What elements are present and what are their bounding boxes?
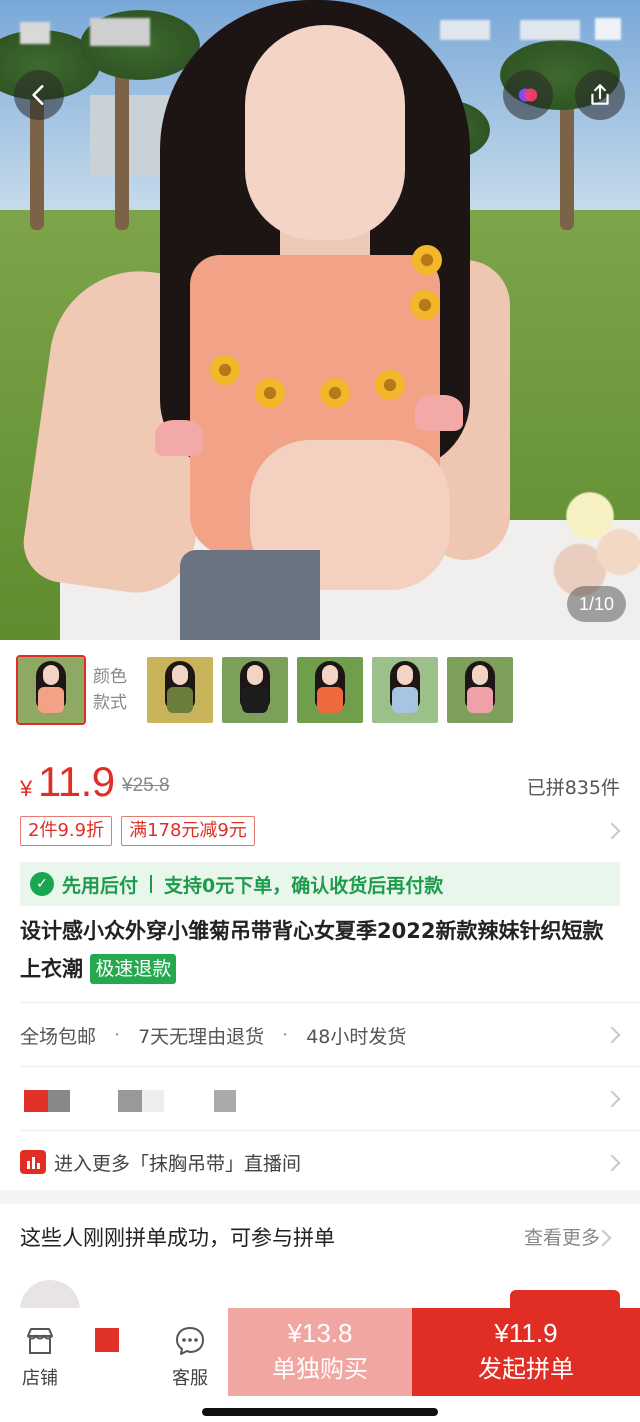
group-buy-header: 这些人刚刚拼单成功，可参与拼单 查看更多: [20, 1218, 620, 1258]
pay-later-text: 支持0元下单，确认收货后再付款: [164, 874, 444, 897]
service-label: 客服: [172, 1368, 208, 1389]
section-gap: [0, 1190, 640, 1204]
variant-thumbnail[interactable]: [372, 657, 438, 723]
image-hair-bow: [155, 420, 203, 456]
service-dot: ·: [282, 1024, 289, 1046]
promo-tags-row[interactable]: 2件9.9折 满178元减9元: [20, 815, 620, 847]
thumbnail-top: [317, 687, 343, 713]
pay-later-badge: 先用后付: [62, 874, 139, 897]
sold-count: 已拼835件: [526, 777, 620, 799]
pay-later-separator: [150, 875, 153, 893]
thumbnail-top: [38, 687, 64, 713]
image-page-counter: 1/10: [566, 586, 626, 622]
masked-block: [24, 1090, 48, 1112]
image-daisy: [375, 370, 405, 400]
service-item: 全场包邮: [20, 1025, 97, 1048]
price-current: 11.9: [38, 758, 115, 805]
status-bar-masked: [90, 18, 150, 46]
variant-thumbnail[interactable]: [147, 657, 213, 723]
variant-thumbnail[interactable]: [447, 657, 513, 723]
service-item: 48小时发货: [306, 1025, 407, 1048]
divider: [20, 1130, 640, 1131]
image-model-face: [245, 25, 405, 240]
app-circle-button[interactable]: [503, 70, 553, 120]
service-row[interactable]: 全场包邮 · 7天无理由退货 · 48小时发货: [20, 1015, 620, 1055]
status-bar-masked: [440, 20, 490, 40]
masked-block: [48, 1090, 70, 1112]
variant-thumbnail[interactable]: [222, 657, 288, 723]
masked-block: [214, 1090, 236, 1112]
image-daisy: [255, 378, 285, 408]
status-bar-masked: [595, 18, 621, 40]
bottom-action-bar: 店铺 客服 ¥13.8 单独购买 ¥11.9 发起拼单: [0, 1308, 640, 1422]
variant-thumbnail[interactable]: [16, 655, 86, 725]
back-icon: [32, 85, 44, 105]
variant-thumbnails: 颜色 款式: [0, 640, 640, 740]
divider: [20, 1002, 640, 1003]
live-icon: [20, 1150, 46, 1174]
masked-block: [142, 1090, 164, 1112]
thumbnail-top: [167, 687, 193, 713]
variant-label[interactable]: 颜色 款式: [93, 664, 139, 716]
chat-icon: [173, 1324, 207, 1358]
buy-alone-price: ¥13.8: [287, 1318, 353, 1348]
group-buy-price: ¥11.9: [494, 1318, 558, 1348]
start-group-buy-button[interactable]: ¥11.9 发起拼单: [412, 1308, 640, 1396]
group-buy-more-link[interactable]: 查看更多: [524, 1218, 600, 1258]
app-circle-icon: [518, 88, 538, 102]
home-indicator: [202, 1408, 438, 1416]
variant-label-color: 颜色: [93, 667, 127, 687]
pay-later-banner[interactable]: ✓ 先用后付 支持0元下单，确认收货后再付款: [20, 862, 620, 906]
service-dot: ·: [114, 1024, 121, 1046]
pay-later-icon: ✓: [30, 872, 54, 896]
thumbnail-model-face: [472, 665, 488, 685]
store-icon: [23, 1324, 57, 1358]
masked-block: [118, 1090, 142, 1112]
product-title: 设计感小众外穿小雏菊吊带背心女夏季2022新款辣妹针织短款上衣潮 极速退款: [20, 912, 620, 988]
price-row: ¥ 11.9 ¥25.8 已拼835件: [20, 758, 620, 808]
price-currency: ¥: [20, 776, 33, 801]
masked-icon: [89, 1324, 123, 1358]
product-image[interactable]: 1/10: [0, 0, 640, 640]
thumbnail-top: [467, 687, 493, 713]
masked-info-row[interactable]: [20, 1082, 620, 1118]
buy-alone-button[interactable]: ¥13.8 单独购买: [228, 1308, 412, 1396]
divider: [20, 1066, 640, 1067]
price-original: ¥25.8: [122, 775, 170, 796]
service-item: 7天无理由退货: [138, 1025, 265, 1048]
thumbnail-top: [242, 687, 268, 713]
thumbnail-top: [392, 687, 418, 713]
promo-tag: 2件9.9折: [20, 816, 113, 846]
live-room-link[interactable]: 进入更多「抹胸吊带」直播间: [20, 1142, 620, 1182]
image-daisy: [210, 355, 240, 385]
image-hair-bow: [415, 395, 463, 431]
thumbnail-model-face: [322, 665, 338, 685]
promo-tag: 满178元减9元: [121, 816, 255, 846]
status-bar-masked: [20, 22, 50, 44]
customer-service-button[interactable]: 客服: [150, 1308, 230, 1396]
fast-refund-badge: 极速退款: [90, 954, 177, 984]
variant-label-style: 款式: [93, 693, 127, 713]
variant-thumbnail[interactable]: [297, 657, 363, 723]
thumbnail-model-face: [397, 665, 413, 685]
thumbnail-model-face: [43, 665, 59, 685]
share-button[interactable]: [575, 70, 625, 120]
buy-alone-label: 单独购买: [272, 1355, 368, 1383]
thumbnail-model-face: [247, 665, 263, 685]
masked-nav-item[interactable]: [66, 1308, 146, 1396]
share-icon: [591, 84, 609, 105]
live-room-text: 进入更多「抹胸吊带」直播间: [54, 1152, 302, 1175]
status-bar-masked: [520, 20, 580, 40]
image-jeans: [180, 550, 320, 640]
image-daisy: [412, 245, 442, 275]
thumbnail-model-face: [172, 665, 188, 685]
back-button[interactable]: [14, 70, 64, 120]
image-daisy: [410, 290, 440, 320]
image-daisy: [320, 378, 350, 408]
image-flower-bouquet: [550, 480, 640, 600]
group-buy-title: 这些人刚刚拼单成功，可参与拼单: [20, 1226, 335, 1250]
group-buy-label: 发起拼单: [478, 1355, 574, 1383]
